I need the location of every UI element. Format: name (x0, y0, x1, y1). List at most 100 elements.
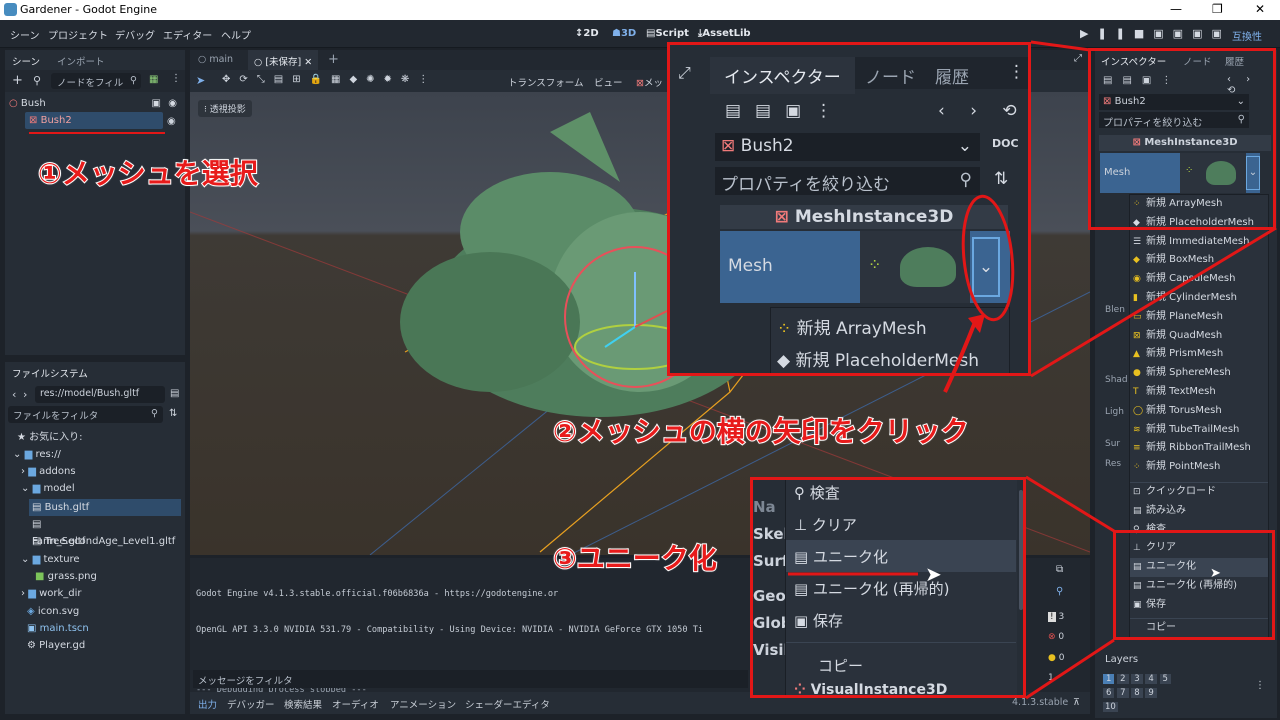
menu-new-ribbontrailmesh[interactable]: ≡ 新規 RibbonTrailMesh (1130, 439, 1268, 458)
menu-inspect[interactable]: ⚲ 検査 (794, 482, 840, 503)
scrollbar[interactable] (1019, 490, 1023, 610)
menu-new-prismmesh[interactable]: ▲ 新規 PrismMesh (1130, 345, 1268, 364)
tab-unsaved[interactable]: ○ [未保存] ✕ (248, 50, 319, 70)
fs-tree-gltf[interactable]: ▤ Tree.gltf (32, 533, 85, 550)
mode-script-button[interactable]: ▤Script (646, 28, 689, 39)
menu-new-capsulemesh[interactable]: ◉ 新規 CapsuleMesh (1130, 270, 1268, 289)
fs-model[interactable]: ⌄ ▆ model (21, 480, 75, 497)
menu-new-textmesh[interactable]: T 新規 TextMesh (1130, 383, 1268, 402)
close-button[interactable]: ✕ (1255, 2, 1265, 16)
fs-res[interactable]: ⌄ ▆ res:// (13, 446, 61, 463)
menu-editor[interactable]: エディター (163, 27, 212, 42)
fs-favorites[interactable]: ★ お気に入り: (17, 429, 83, 446)
script-icon[interactable]: ▦ (149, 74, 158, 85)
tab-debugger[interactable]: デバッガー (227, 697, 275, 711)
menu-new-cylindermesh[interactable]: ▮ 新規 CylinderMesh (1130, 289, 1268, 308)
file-filter-input[interactable]: ファイルをフィルタ ⚲ (8, 406, 163, 423)
tool-icons[interactable]: ✥⟳⤡▤⊞🔒▦◆✺✹❋⋮ (222, 74, 437, 85)
fs-main-tscn[interactable]: ▣ main.tscn (27, 620, 89, 637)
perspective-button[interactable]: ⁝ 透視投影 (198, 100, 252, 117)
distraction-free-icon[interactable]: ⤢ (1074, 53, 1082, 64)
menu-project[interactable]: プロジェクト (48, 27, 108, 42)
layer-6[interactable]: 6 (1103, 688, 1115, 698)
mode-assetlib-button[interactable]: ⤓AssetLib (698, 28, 751, 39)
tab-audio[interactable]: オーディオ (332, 697, 379, 711)
doc-icon[interactable]: DOC (992, 137, 1019, 150)
sort-icon[interactable]: ⇅ (994, 169, 1008, 189)
layout-icon[interactable]: ▤ (170, 388, 179, 399)
menu-new-placeholdermesh[interactable]: ◆ 新規 PlaceholderMesh (777, 346, 979, 371)
menu-new-tubetrailmesh[interactable]: ≋ 新規 TubeTrailMesh (1130, 421, 1268, 440)
tab-shader-editor[interactable]: シェーダーエディタ (465, 697, 550, 711)
more-icon[interactable]: ⋮ (171, 73, 181, 84)
mode-2d-button[interactable]: ↕2D (575, 28, 599, 39)
menu-load[interactable]: ▤ 読み込み (1130, 502, 1268, 521)
count-warnings-icon[interactable]: ! 3 (1048, 612, 1064, 622)
layer-10[interactable]: 10 (1103, 702, 1118, 712)
menu-save[interactable]: ▣ 保存 (794, 610, 843, 631)
count-info-icon[interactable]: 1 (1048, 673, 1054, 683)
more-icon[interactable]: ⋮ (1255, 680, 1265, 691)
menu-new-quadmesh[interactable]: ⊠ 新規 QuadMesh (1130, 327, 1268, 346)
tree-node-bush2[interactable]: ⊠ Bush2 (25, 112, 163, 129)
nav-icons[interactable]: ‹ › ⟲ (938, 101, 1027, 121)
minimize-button[interactable]: — (1170, 2, 1182, 16)
menu-new-torusmesh[interactable]: ◯ 新規 TorusMesh (1130, 402, 1268, 421)
tab-inspector[interactable]: インスペクター (710, 57, 855, 94)
fs-addons[interactable]: › ▆ addons (21, 463, 76, 480)
zoom-mesh-preview[interactable]: ⁘ (860, 231, 970, 303)
expand-icon[interactable]: ⤢ (678, 63, 691, 83)
fs-grass-png[interactable]: ■ grass.png (35, 568, 97, 585)
zoom-mesh-row[interactable]: Mesh ⁘ ⌄ (720, 231, 1010, 303)
count-warn-icon[interactable]: ● 0 (1048, 653, 1064, 663)
mode-3d-button[interactable]: ☗3D (612, 28, 636, 39)
more-icon[interactable]: ⋮ (1008, 62, 1025, 82)
search-icon[interactable]: ⚲ (1056, 586, 1063, 597)
select-tool-icon[interactable]: ➤ (196, 74, 205, 87)
menu-scene[interactable]: シーン (10, 27, 40, 42)
layer-9[interactable]: 9 (1145, 688, 1157, 698)
layer-1[interactable]: 1 (1103, 674, 1115, 684)
node-filter-input[interactable]: ノードをフィル ⚲ (51, 73, 141, 89)
view-menu[interactable]: ビュー (594, 75, 623, 89)
tab-filesystem[interactable]: ファイルシステム (12, 366, 88, 380)
layer-8[interactable]: 8 (1131, 688, 1143, 698)
transform-menu[interactable]: トランスフォーム (508, 75, 584, 89)
layer-2[interactable]: 2 (1117, 674, 1129, 684)
tab-main[interactable]: ○ main (198, 54, 233, 65)
layer-7[interactable]: 7 (1117, 688, 1129, 698)
forward-icon[interactable]: › (23, 388, 27, 401)
visibility-icon[interactable]: ◉ (168, 95, 177, 112)
tab-scene[interactable]: シーン (12, 54, 40, 68)
menu-copy[interactable]: コピー (818, 655, 863, 676)
maximize-button[interactable]: ❐ (1212, 2, 1223, 16)
zoom-toolbar-icons[interactable]: ▤▤▣⋮ (725, 101, 846, 121)
menu-new-arraymesh[interactable]: ⁘ 新規 ArrayMesh (777, 314, 927, 339)
layer-4[interactable]: 4 (1145, 674, 1157, 684)
renderer-compat-select[interactable]: 互換性 (1232, 28, 1262, 43)
menu-new-planemesh[interactable]: ▭ 新規 PlaneMesh (1130, 308, 1268, 327)
back-icon[interactable]: ‹ (12, 388, 16, 401)
tab-history[interactable]: 履歴 (935, 63, 969, 88)
copy-icon[interactable]: ⧉ (1056, 564, 1063, 575)
zoom-dropdown-arrow[interactable]: ⌄ (972, 237, 1000, 297)
fs-farm-gltf[interactable]: ▤ Farm_SecondAge_Level1.gltf (32, 516, 185, 547)
menu-quick-load[interactable]: ⊡ クイックロード (1130, 483, 1268, 502)
link-icon[interactable]: ⚲ (33, 74, 41, 87)
tree-node-bush[interactable]: ○ Bush ◉ ▣ (9, 95, 181, 112)
add-tab-button[interactable]: + (328, 52, 339, 67)
fs-player-gd[interactable]: ⚙ Player.gd (27, 637, 85, 654)
message-filter-input[interactable]: メッセージをフィルタ (193, 670, 748, 688)
zoom-filter-input[interactable]: プロパティを絞り込む ⚲ (715, 167, 980, 195)
fs-texture[interactable]: ⌄ ▆ texture (21, 551, 80, 568)
visibility-icon[interactable]: ◉ (167, 116, 176, 127)
tab-import[interactable]: インポート (57, 54, 105, 68)
fs-icon-svg[interactable]: ◈ icon.svg (27, 603, 79, 620)
mesh-menu[interactable]: ⊠メッ (636, 75, 663, 89)
add-node-icon[interactable]: + (12, 73, 23, 88)
menu-new-spheremesh[interactable]: ● 新規 SphereMesh (1130, 364, 1268, 383)
fs-bush-gltf[interactable]: ▤ Bush.gltf (29, 499, 181, 516)
menu-new-boxmesh[interactable]: ◆ 新規 BoxMesh (1130, 251, 1268, 270)
path-field[interactable]: res://model/Bush.gltf (35, 386, 165, 403)
menu-debug[interactable]: デバッグ (115, 27, 155, 42)
